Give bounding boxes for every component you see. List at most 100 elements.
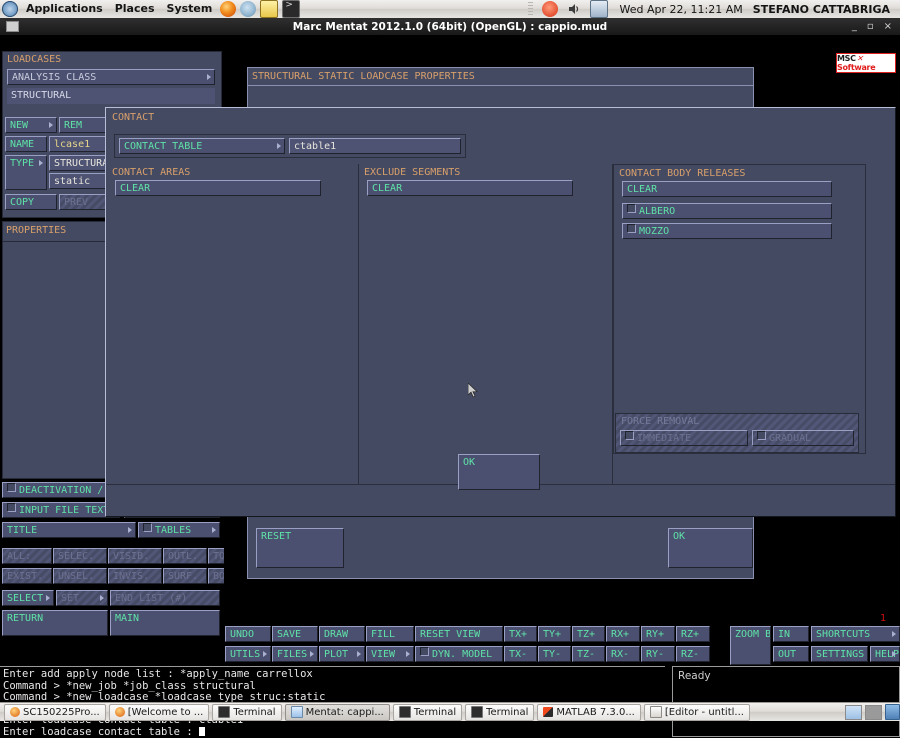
input-file-text-button[interactable]: INPUT FILE TEXT xyxy=(2,502,120,518)
msc-software-logo: MSC✕Software xyxy=(836,53,896,73)
toolbar-button-tx-[interactable]: TX+ xyxy=(504,626,537,642)
toolbar-button-files[interactable]: FILES xyxy=(272,646,318,662)
menu-system[interactable]: System xyxy=(161,0,219,18)
reset-button[interactable]: RESET xyxy=(256,528,344,568)
toolbar-button-surf-[interactable]: SURF. xyxy=(163,568,207,584)
toolbar-button-tz-[interactable]: TZ- xyxy=(572,646,605,662)
toolbar-button-fill[interactable]: FILL xyxy=(366,626,414,642)
toolbar-button-ry-[interactable]: RY- xyxy=(641,646,675,662)
main-button[interactable]: MAIN xyxy=(110,610,220,636)
body-releases-clear-button[interactable]: CLEAR xyxy=(622,181,832,197)
contact-dialog-title: CONTACT xyxy=(112,112,154,123)
name-button[interactable]: NAME xyxy=(5,136,47,152)
toolbar-button-undo[interactable]: UNDO xyxy=(225,626,271,642)
mentat-icon xyxy=(291,706,303,718)
toolbar-button-unsel-[interactable]: UNSEL. xyxy=(53,568,107,584)
taskbar-item[interactable]: Terminal xyxy=(212,704,281,721)
name-value[interactable]: lcase1 xyxy=(49,136,111,152)
type-button[interactable]: TYPE xyxy=(5,155,47,190)
toolbar-button-all-[interactable]: ALL: xyxy=(2,548,52,564)
help-button[interactable]: HELP xyxy=(870,646,900,662)
workspace-2-switcher[interactable] xyxy=(865,705,882,720)
toolbar-button-selec-[interactable]: SELEC. xyxy=(53,548,107,564)
firefox-icon[interactable] xyxy=(220,1,236,17)
maximize-button[interactable]: ▫ xyxy=(867,21,874,32)
toolbar-button-draw[interactable]: DRAW xyxy=(319,626,365,642)
contact-table-value[interactable]: ctable1 xyxy=(289,138,461,154)
panel-ok-button[interactable]: OK xyxy=(668,528,753,568)
toolbar-button-outl-[interactable]: OUTL. xyxy=(163,548,207,564)
user-name[interactable]: STEFANO CATTABRIGA xyxy=(753,3,894,16)
return-button[interactable]: RETURN xyxy=(2,610,108,636)
body-release-albero[interactable]: ALBERO xyxy=(622,203,832,219)
toolbar-button-rx-[interactable]: RX- xyxy=(606,646,640,662)
update-manager-icon[interactable] xyxy=(542,1,558,17)
contact-table-button[interactable]: CONTACT TABLE xyxy=(119,138,285,154)
rem-button[interactable]: REM xyxy=(59,117,111,133)
toolbar-button-label: TY+ xyxy=(543,629,561,640)
taskbar-item[interactable]: Mentat: cappi... xyxy=(285,704,390,721)
toolbar-button-utils[interactable]: UTILS xyxy=(225,646,271,662)
copy-button[interactable]: COPY xyxy=(5,194,57,210)
toolbar-button-visib-[interactable]: VISIB. xyxy=(108,548,162,564)
taskbar-item[interactable]: MATLAB 7.3.0... xyxy=(537,704,640,721)
toolbar-button-exist-[interactable]: EXIST. xyxy=(2,568,52,584)
terminal-icon[interactable] xyxy=(282,0,300,18)
analysis-class-dropdown[interactable]: ANALYSIS CLASS xyxy=(7,69,215,85)
menu-places[interactable]: Places xyxy=(109,0,161,18)
toolbar-button-reset-view[interactable]: RESET VIEW xyxy=(415,626,503,642)
settings-button[interactable]: SETTINGS xyxy=(811,646,868,662)
contact-areas-clear-button[interactable]: CLEAR xyxy=(115,180,321,196)
contact-table-row: CONTACT TABLE ctable1 xyxy=(114,134,466,158)
workspace-1-switcher[interactable] xyxy=(845,705,862,720)
clock[interactable]: Wed Apr 22, 11:21 AM xyxy=(614,3,749,16)
toolbar-button-tx-[interactable]: TX- xyxy=(504,646,537,662)
taskbar-item[interactable]: Terminal xyxy=(393,704,462,721)
exclude-segments-clear-button[interactable]: CLEAR xyxy=(367,180,573,196)
body-release-mozzo[interactable]: MOZZO xyxy=(622,223,832,239)
toolbar-button-rx-[interactable]: RX+ xyxy=(606,626,640,642)
taskbar-item[interactable]: [Editor - untitl... xyxy=(644,704,750,721)
tables-button[interactable]: TABLES xyxy=(138,522,220,538)
toolbar-button-rz-[interactable]: RZ- xyxy=(676,646,710,662)
close-button[interactable]: × xyxy=(884,21,892,32)
volume-icon[interactable] xyxy=(566,1,582,17)
toolbar-button-tz-[interactable]: TZ+ xyxy=(572,626,605,642)
zoom-out-button[interactable]: OUT xyxy=(773,646,809,662)
toolbar-button-view[interactable]: VIEW xyxy=(366,646,414,662)
toolbar-button-save[interactable]: SAVE xyxy=(272,626,318,642)
set-button: SET xyxy=(56,590,108,606)
toolbar-button-dyn-model[interactable]: DYN. MODEL xyxy=(415,646,503,662)
deactivation-toggle[interactable]: DEACTIVATION / xyxy=(2,482,114,498)
toolbar-button-label: RY+ xyxy=(646,629,664,640)
zoom-in-button[interactable]: IN xyxy=(773,626,809,642)
toolbar-button-invis-[interactable]: INVIS. xyxy=(108,568,162,584)
help-icon[interactable] xyxy=(240,1,256,17)
network-icon[interactable] xyxy=(590,0,608,18)
select-button[interactable]: SELECT xyxy=(2,590,54,606)
toolbar-button-ty-[interactable]: TY- xyxy=(538,646,571,662)
menu-applications[interactable]: Applications xyxy=(20,0,109,18)
toolbar-button-rz-[interactable]: RZ+ xyxy=(676,626,710,642)
taskbar-item[interactable]: [Welcome to ... xyxy=(109,704,210,721)
gnome-menu-icon[interactable] xyxy=(2,1,18,17)
console-prompt-line: Enter loadcase contact table : xyxy=(3,727,662,738)
shortcuts-button[interactable]: SHORTCUTS xyxy=(811,626,900,642)
contact-dialog-ok-button[interactable]: OK xyxy=(458,454,540,490)
toolbar-button-ty-[interactable]: TY+ xyxy=(538,626,571,642)
toolbar-button-plot[interactable]: PLOT xyxy=(319,646,365,662)
toolbar-button-ry-[interactable]: RY+ xyxy=(641,626,675,642)
chevron-down-icon xyxy=(357,651,361,657)
new-button[interactable]: NEW xyxy=(5,117,57,133)
text-editor-icon[interactable] xyxy=(260,0,278,18)
minimize-button[interactable]: _ xyxy=(852,21,857,32)
select-label: SELECT xyxy=(7,593,43,604)
title-button[interactable]: TITLE xyxy=(2,522,136,538)
trash-icon[interactable] xyxy=(885,704,900,720)
type-value-2: static xyxy=(49,173,111,189)
editor-icon xyxy=(650,706,662,718)
taskbar-item[interactable]: Terminal xyxy=(465,704,534,721)
zoom-box-button[interactable]: ZOOM BOX xyxy=(730,626,771,665)
contact-body-releases-title: CONTACT BODY RELEASES xyxy=(619,168,745,179)
taskbar-item[interactable]: SC150225Pro... xyxy=(4,704,106,721)
